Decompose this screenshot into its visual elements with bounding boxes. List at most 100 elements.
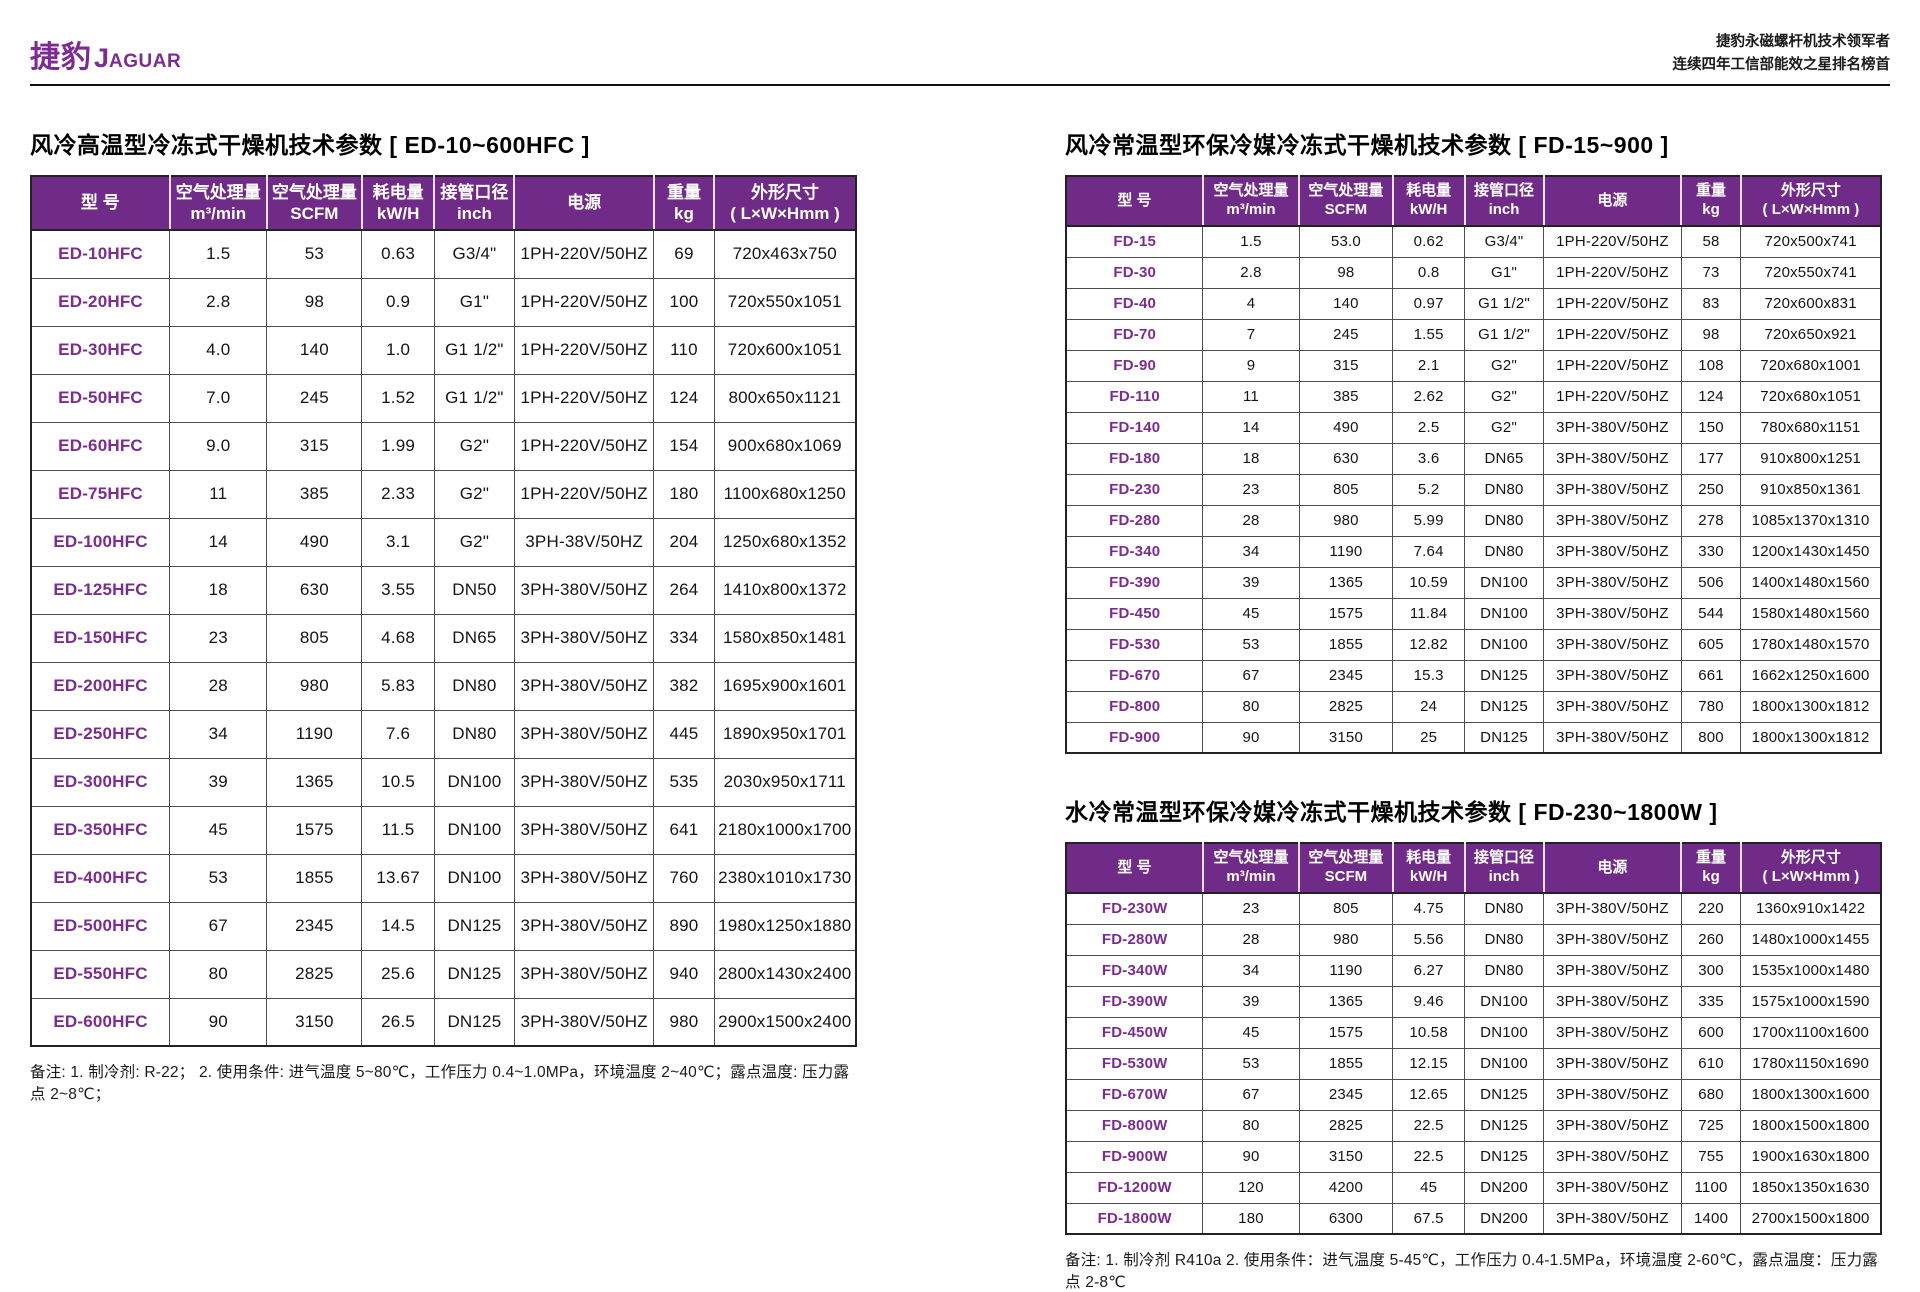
header-row: 型 号空气处理量m³/min空气处理量SCFM耗电量kW/H接管口径inch电源… [1066, 176, 1881, 226]
value-cell: 720x650x921 [1741, 319, 1881, 350]
table-row: FD-280289805.99DN803PH-380V/50HZ2781085x… [1066, 505, 1881, 536]
model-cell: FD-180 [1066, 443, 1203, 474]
value-cell: 1PH-220V/50HZ [1544, 226, 1682, 257]
value-cell: 73 [1681, 257, 1740, 288]
value-cell: 180 [1203, 1203, 1299, 1234]
note-ed-series: 备注: 1. 制冷剂: R-22； 2. 使用条件: 进气温度 5~80℃，工作… [30, 1060, 857, 1104]
model-cell: FD-1200W [1066, 1172, 1203, 1203]
value-cell: 1410x800x1372 [714, 566, 856, 614]
model-cell: FD-280 [1066, 505, 1203, 536]
value-cell: 1780x1150x1690 [1741, 1048, 1881, 1079]
value-cell: 69 [654, 230, 714, 278]
value-cell: 14.5 [362, 902, 435, 950]
value-cell: DN125 [434, 998, 514, 1046]
column-header: 接管口径inch [434, 176, 514, 230]
value-cell: 45 [1393, 1172, 1465, 1203]
value-cell: 2.8 [1203, 257, 1299, 288]
value-cell: 3PH-380V/50HZ [1544, 536, 1682, 567]
value-cell: 10.59 [1393, 567, 1465, 598]
model-cell: FD-390W [1066, 986, 1203, 1017]
value-cell: 124 [1681, 381, 1740, 412]
value-cell: 120 [1203, 1172, 1299, 1203]
table-title-fd-watercooled: 水冷常温型环保冷媒冷冻式干燥机技术参数 [ FD-230~1800W ] [1065, 793, 1882, 827]
value-cell: G3/4" [1465, 226, 1544, 257]
value-cell: 1100x680x1250 [714, 470, 856, 518]
value-cell: 28 [1203, 924, 1299, 955]
value-cell: 13.67 [362, 854, 435, 902]
table-row: FD-90090315025DN1253PH-380V/50HZ8001800x… [1066, 722, 1881, 753]
value-cell: 53.0 [1299, 226, 1393, 257]
value-cell: 10.5 [362, 758, 435, 806]
value-cell: 14 [170, 518, 267, 566]
value-cell: DN125 [1465, 1079, 1544, 1110]
value-cell: 0.8 [1393, 257, 1465, 288]
value-cell: DN100 [1465, 986, 1544, 1017]
value-cell: 805 [1299, 474, 1393, 505]
model-cell: FD-800W [1066, 1110, 1203, 1141]
value-cell: 3PH-380V/50HZ [1544, 893, 1682, 924]
model-cell: FD-900 [1066, 722, 1203, 753]
value-cell: 108 [1681, 350, 1740, 381]
value-cell: 3PH-380V/50HZ [514, 806, 653, 854]
value-cell: 3PH-380V/50HZ [514, 950, 653, 998]
model-cell: FD-340W [1066, 955, 1203, 986]
table-row: FD-450W45157510.58DN1003PH-380V/50HZ6001… [1066, 1017, 1881, 1048]
value-cell: G2" [434, 470, 514, 518]
value-cell: 177 [1681, 443, 1740, 474]
value-cell: 1400 [1681, 1203, 1740, 1234]
value-cell: 1.99 [362, 422, 435, 470]
value-cell: DN80 [1465, 505, 1544, 536]
column-header: 耗电量kW/H [362, 176, 435, 230]
model-cell: FD-230 [1066, 474, 1203, 505]
value-cell: 1662x1250x1600 [1741, 660, 1881, 691]
value-cell: 1PH-220V/50HZ [514, 374, 653, 422]
value-cell: 98 [1681, 319, 1740, 350]
value-cell: 1580x850x1481 [714, 614, 856, 662]
value-cell: DN100 [434, 758, 514, 806]
ed-series-table-container: 型 号空气处理量m³/min空气处理量SCFM耗电量kW/H接管口径inch电源… [30, 175, 857, 1047]
model-cell: FD-110 [1066, 381, 1203, 412]
value-cell: 2825 [1299, 691, 1393, 722]
value-cell: 3PH-380V/50HZ [1544, 924, 1682, 955]
table-row: FD-67067234515.3DN1253PH-380V/50HZ661166… [1066, 660, 1881, 691]
value-cell: 1200x1430x1450 [1741, 536, 1881, 567]
value-cell: DN125 [434, 902, 514, 950]
value-cell: 180 [654, 470, 714, 518]
model-cell: ED-20HFC [31, 278, 170, 326]
model-cell: ED-200HFC [31, 662, 170, 710]
model-cell: ED-50HFC [31, 374, 170, 422]
model-cell: ED-250HFC [31, 710, 170, 758]
table-row: FD-230238055.2DN803PH-380V/50HZ250910x85… [1066, 474, 1881, 505]
header-row: 型 号空气处理量m³/min空气处理量SCFM耗电量kW/H接管口径inch电源… [31, 176, 856, 230]
value-cell: 260 [1681, 924, 1740, 955]
value-cell: 1PH-220V/50HZ [1544, 381, 1682, 412]
value-cell: 2180x1000x1700 [714, 806, 856, 854]
value-cell: 805 [267, 614, 362, 662]
value-cell: 2.33 [362, 470, 435, 518]
value-cell: 720x463x750 [714, 230, 856, 278]
model-cell: FD-230W [1066, 893, 1203, 924]
column-header: 外形尺寸( L×W×Hmm ) [1741, 176, 1881, 226]
value-cell: 315 [267, 422, 362, 470]
value-cell: 4200 [1299, 1172, 1393, 1203]
value-cell: 800x650x1121 [714, 374, 856, 422]
value-cell: 720x680x1001 [1741, 350, 1881, 381]
value-cell: 1.52 [362, 374, 435, 422]
value-cell: 600 [1681, 1017, 1740, 1048]
value-cell: G2" [1465, 381, 1544, 412]
column-header: 空气处理量SCFM [267, 176, 362, 230]
value-cell: 1360x910x1422 [1741, 893, 1881, 924]
value-cell: 2700x1500x1800 [1741, 1203, 1881, 1234]
column-header: 空气处理量SCFM [1299, 176, 1393, 226]
model-cell: FD-800 [1066, 691, 1203, 722]
column-header: 型 号 [1066, 843, 1203, 893]
model-cell: FD-530 [1066, 629, 1203, 660]
value-cell: 1PH-220V/50HZ [1544, 319, 1682, 350]
value-cell: 34 [170, 710, 267, 758]
value-cell: 1PH-220V/50HZ [1544, 288, 1682, 319]
value-cell: 755 [1681, 1141, 1740, 1172]
value-cell: 9.0 [170, 422, 267, 470]
model-cell: FD-1800W [1066, 1203, 1203, 1234]
value-cell: 12.82 [1393, 629, 1465, 660]
value-cell: 1.5 [1203, 226, 1299, 257]
